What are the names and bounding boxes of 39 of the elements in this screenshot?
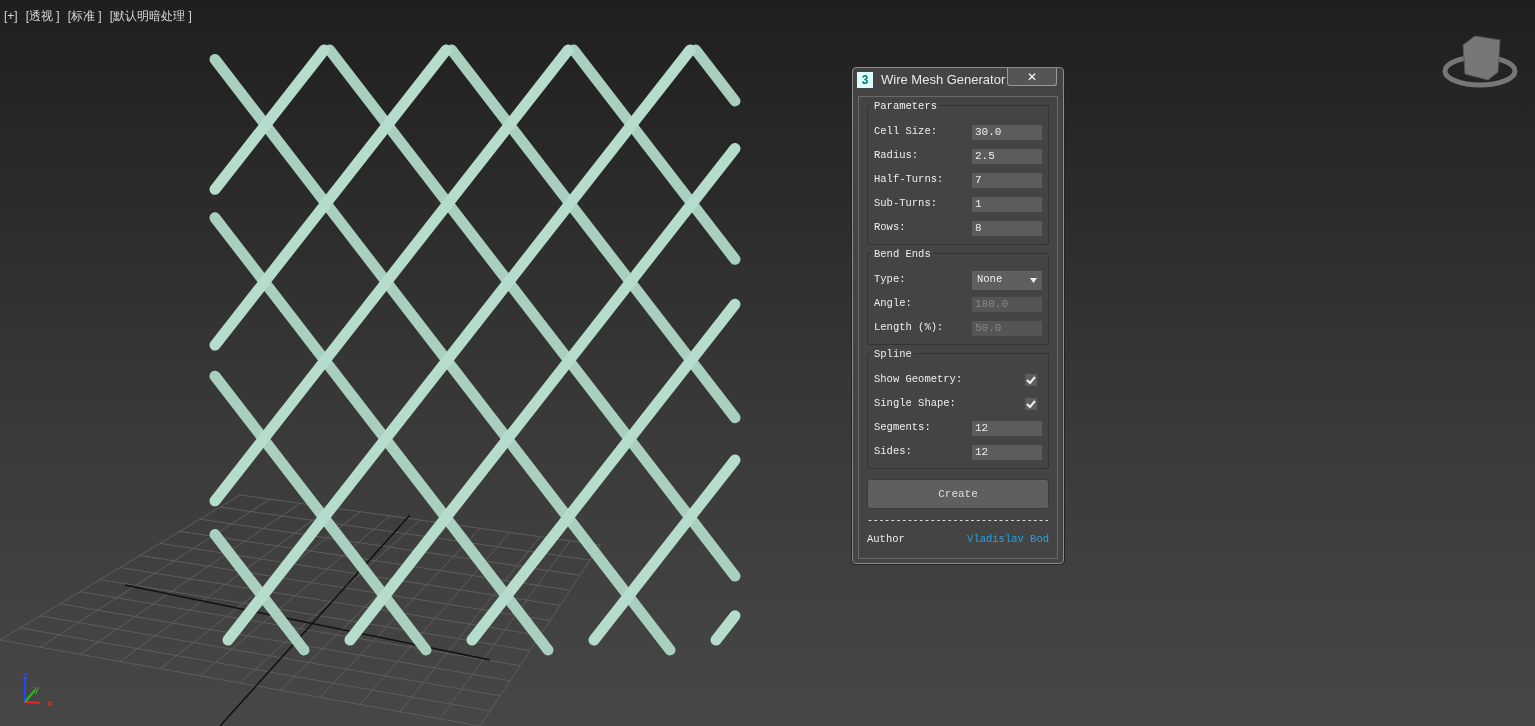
number-spinner[interactable]: 30.0 bbox=[972, 124, 1042, 140]
author-label: Author bbox=[867, 532, 905, 547]
number-spinner[interactable]: 1 bbox=[972, 196, 1042, 212]
field-label: Half-Turns: bbox=[874, 172, 944, 188]
viewport-label[interactable]: [标准 ] bbox=[67, 7, 102, 25]
number-spinner[interactable]: 7 bbox=[972, 172, 1042, 188]
viewcube-icon[interactable] bbox=[1442, 35, 1518, 88]
create-button[interactable]: Create bbox=[867, 479, 1049, 509]
type-dropdown[interactable]: None bbox=[972, 270, 1042, 290]
axis-tripod-icon bbox=[24, 676, 41, 704]
window-title: Wire Mesh Generator bbox=[881, 71, 1006, 90]
number-spinner[interactable]: 8 bbox=[972, 220, 1042, 236]
checkbox[interactable] bbox=[1025, 398, 1037, 410]
close-button[interactable]: ✕ bbox=[1007, 68, 1057, 86]
author-link[interactable]: Vladislav Bod bbox=[967, 532, 1049, 548]
field-label: Length (%): bbox=[874, 320, 944, 336]
field-label: Sub-Turns: bbox=[874, 196, 937, 212]
number-spinner[interactable]: 2.5 bbox=[972, 148, 1042, 164]
viewport-label[interactable]: [默认明暗处理 ] bbox=[109, 7, 192, 25]
field-label: Radius: bbox=[874, 148, 919, 164]
number-spinner[interactable]: 12 bbox=[972, 444, 1042, 460]
field-label: Segments: bbox=[874, 420, 931, 436]
checkbox[interactable] bbox=[1025, 374, 1037, 386]
field-label: Type: bbox=[874, 272, 906, 288]
axis-label: z bbox=[23, 671, 28, 681]
caret-icon bbox=[1030, 277, 1037, 283]
field-label: Cell Size: bbox=[874, 124, 937, 140]
axis-label: y bbox=[34, 684, 40, 694]
number-spinner[interactable]: 12 bbox=[972, 420, 1042, 436]
viewport-label[interactable]: [透视 ] bbox=[25, 7, 60, 25]
field-label: Single Shape: bbox=[874, 396, 956, 412]
field-label: Rows: bbox=[874, 220, 906, 236]
viewport-label[interactable]: [+] bbox=[4, 7, 18, 25]
field-label: Angle: bbox=[874, 296, 912, 312]
field-label: Sides: bbox=[874, 444, 912, 460]
field-label: Show Geometry: bbox=[874, 372, 963, 388]
separator-line: -------------------------------- bbox=[867, 514, 1049, 528]
axis-label: x bbox=[47, 698, 53, 708]
app-logo-icon: 3 bbox=[857, 72, 873, 88]
